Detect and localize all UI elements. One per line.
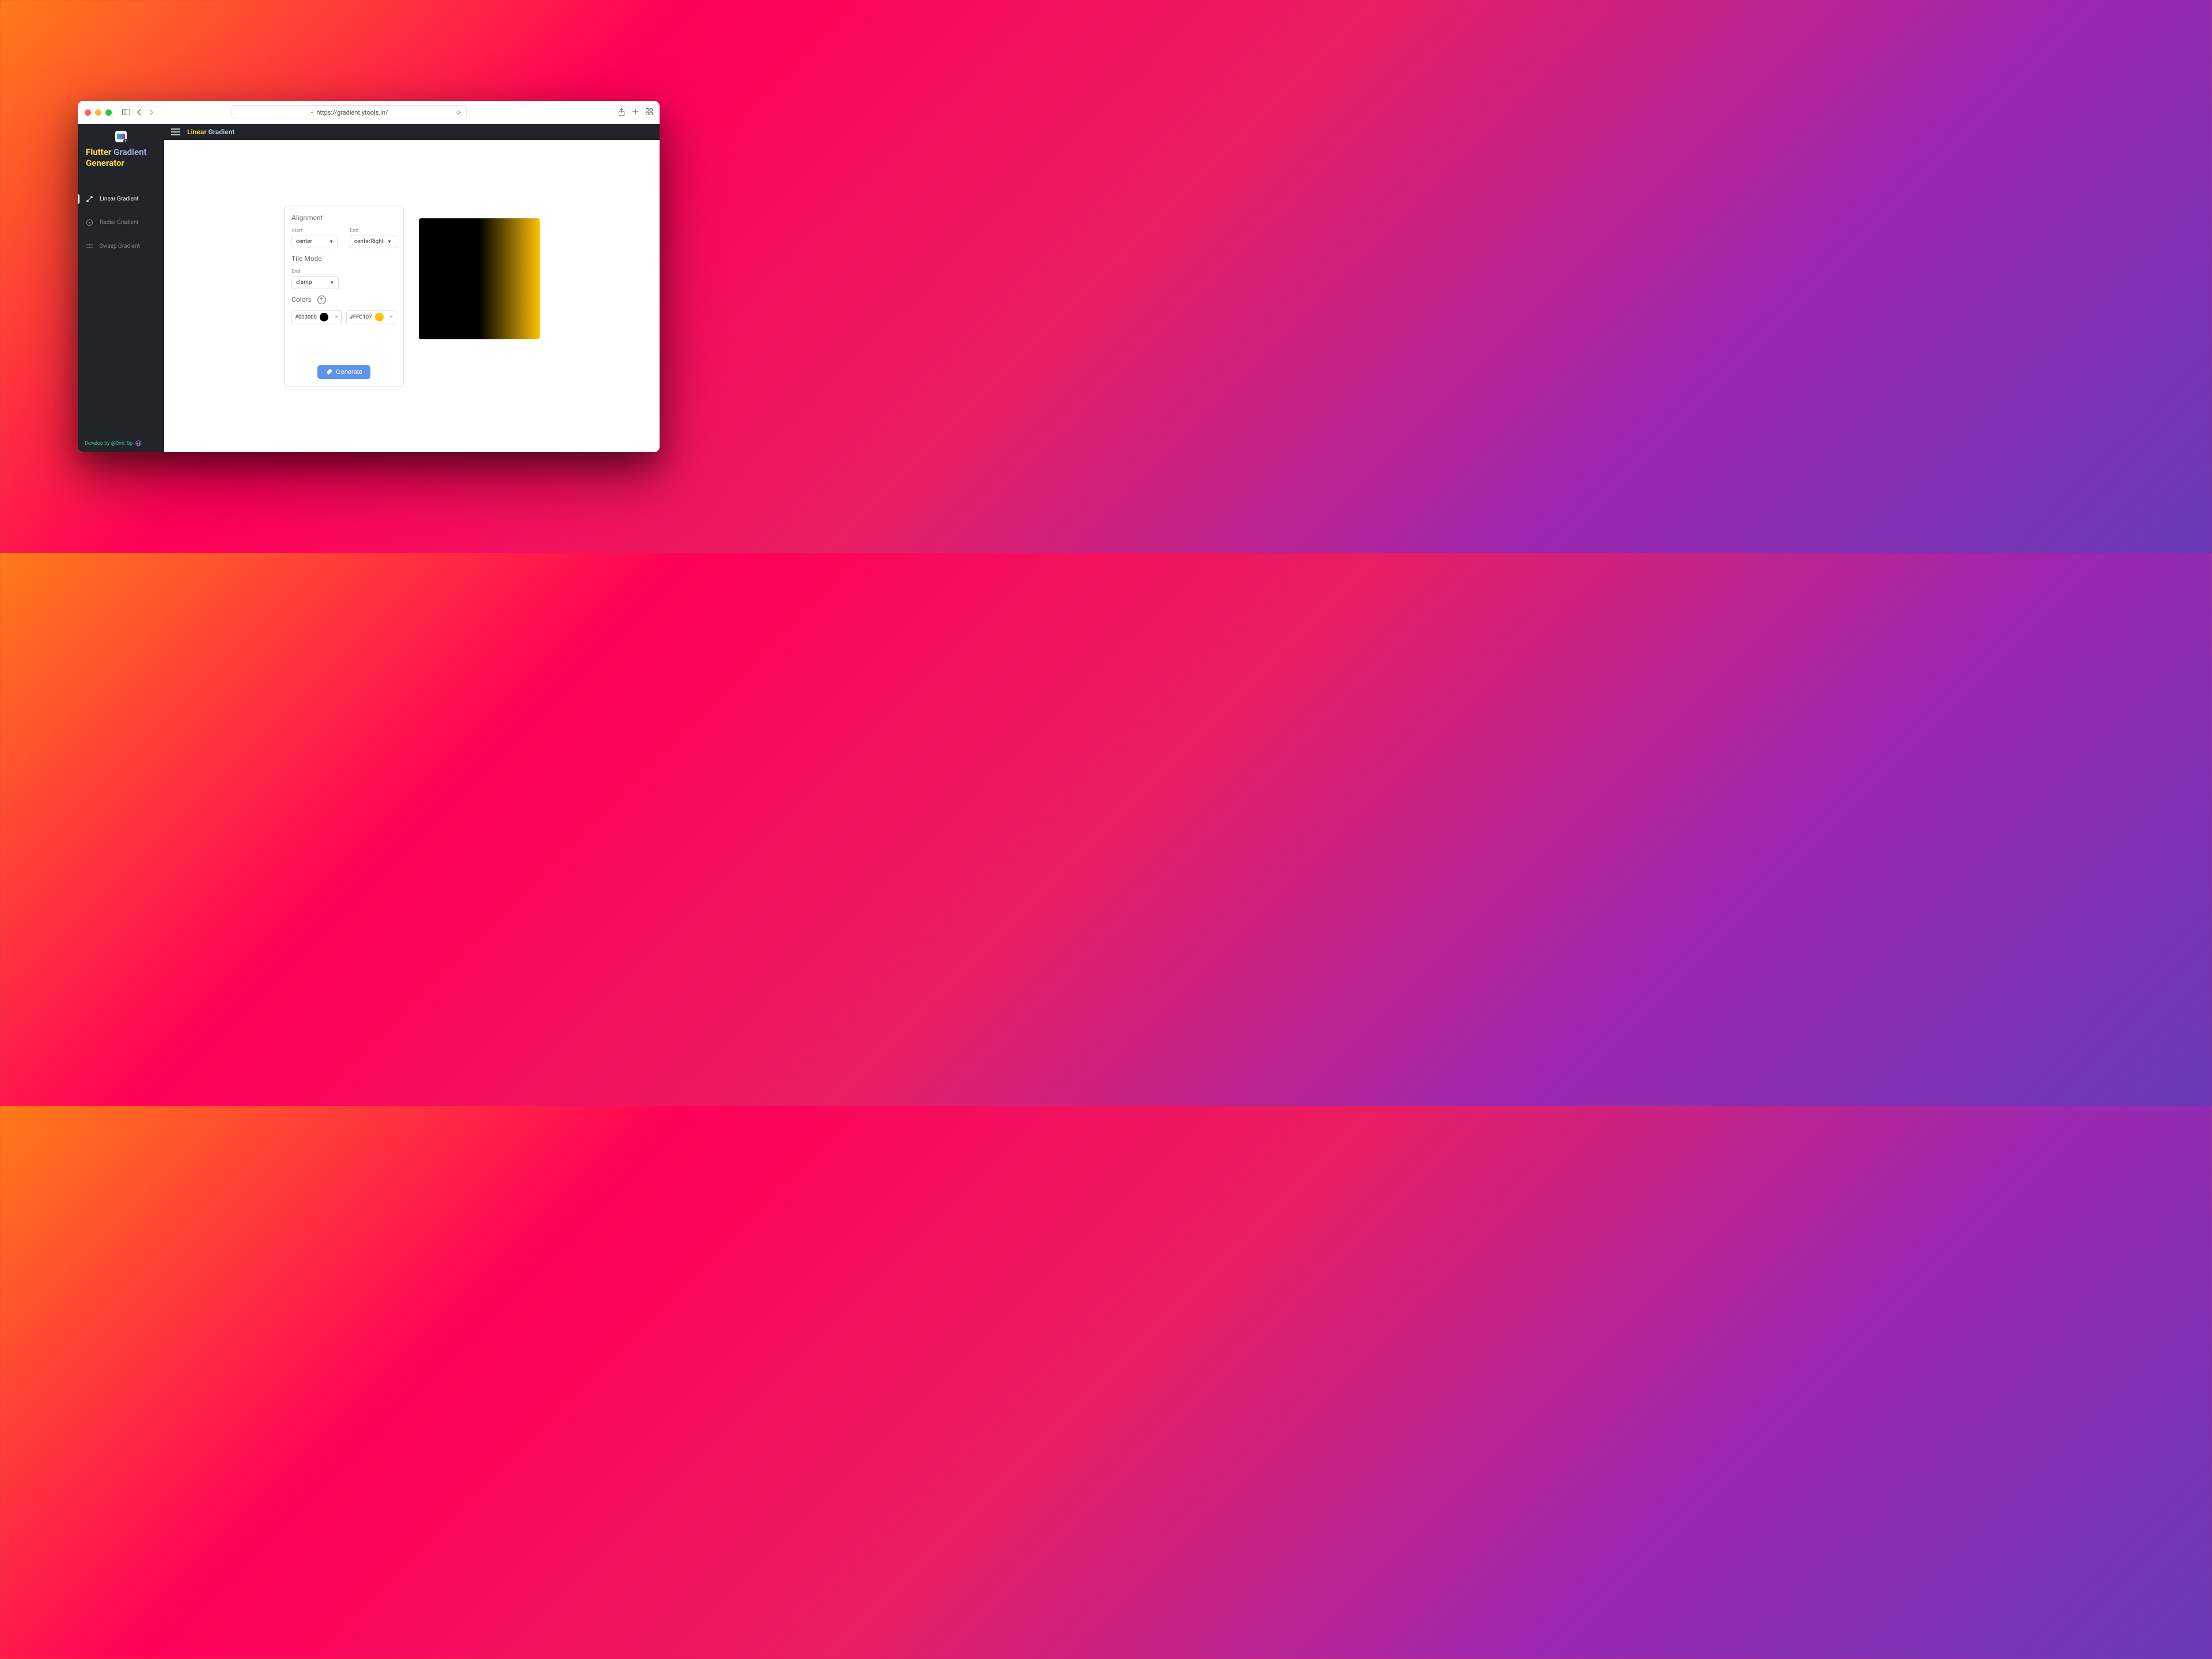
sidebar: + Flutter Gradient Generator Linear Grad… [78, 124, 164, 452]
topbar-title-word-1: Linear [187, 128, 207, 136]
generate-button[interactable]: Generate [317, 365, 370, 379]
chrome-nav [122, 109, 153, 116]
chevron-down-icon: ▼ [387, 239, 392, 244]
url-text: https://gradient.ytools.in/ [316, 109, 388, 116]
sidebar-item-label: Sweep Gradient [100, 243, 140, 249]
sidebar-footer: Develop by @0mi_0p [78, 434, 164, 452]
chevron-down-icon: ▼ [329, 280, 334, 285]
linear-gradient-icon [86, 195, 93, 203]
wrench-icon [325, 369, 332, 376]
app-title-word-1: Flutter [86, 147, 111, 157]
app-content: + Flutter Gradient Generator Linear Grad… [78, 124, 660, 452]
browser-chrome: •• https://gradient.ytools.in/ ⟳ [78, 101, 660, 124]
back-icon[interactable] [137, 109, 142, 116]
sidebar-item-label: Linear Gradient [100, 196, 139, 202]
topbar-title: Linear Gradient [187, 128, 234, 136]
alignment-start-label: Start [291, 228, 338, 234]
url-bar[interactable]: •• https://gradient.ytools.in/ ⟳ [232, 105, 467, 119]
colors-label: Colors [291, 296, 312, 304]
main-area: Linear Gradient Alignment Start center ▼ [164, 124, 660, 452]
alignment-end-value: centerRight [354, 238, 384, 245]
topbar-title-word-2: Gradient [209, 128, 235, 136]
forward-icon[interactable] [149, 109, 153, 116]
tabs-grid-icon[interactable] [646, 108, 653, 116]
alignment-end-select[interactable]: centerRight ▼ [350, 236, 396, 248]
browser-window: •• https://gradient.ytools.in/ ⟳ + [78, 101, 660, 452]
traffic-lights [85, 109, 112, 116]
remove-color-button[interactable]: × [335, 314, 338, 320]
reload-icon[interactable]: ⟳ [456, 109, 461, 116]
controls-card: Alignment Start center ▼ End [284, 206, 404, 387]
topbar: Linear Gradient [164, 124, 660, 140]
app-title-word-3: Generator [86, 158, 124, 168]
alignment-start-value: center [296, 238, 312, 245]
sidebar-item-sweep-gradient[interactable]: Sweep Gradient [78, 238, 164, 255]
sidebar-item-label: Radial Gradient [100, 219, 139, 226]
app-title-word-2: Gradient [113, 147, 147, 157]
color-hex: #000000 [295, 314, 317, 320]
radial-gradient-icon [86, 219, 93, 226]
sidebar-header: + Flutter Gradient Generator [78, 124, 164, 178]
color-swatch[interactable] [320, 313, 328, 321]
remove-color-button[interactable]: × [390, 314, 393, 320]
sidebar-item-linear-gradient[interactable]: Linear Gradient [78, 191, 164, 207]
alignment-start-select[interactable]: center ▼ [291, 236, 338, 248]
maximize-window-button[interactable] [105, 109, 112, 116]
canvas: Alignment Start center ▼ End [164, 140, 660, 452]
gradient-preview [419, 218, 540, 339]
app-logo-icon: + [115, 131, 127, 142]
color-swatch[interactable] [375, 313, 384, 321]
globe-icon[interactable] [135, 440, 142, 446]
new-tab-icon[interactable] [632, 108, 639, 116]
app-title: Flutter Gradient Generator [86, 147, 156, 169]
color-chip-0[interactable]: #000000 × [291, 310, 342, 324]
sweep-gradient-icon [86, 243, 93, 250]
reader-icon: •• [310, 110, 313, 115]
tilemode-select[interactable]: clamp ▼ [291, 276, 339, 289]
share-icon[interactable] [618, 108, 625, 116]
tilemode-value: clamp [296, 279, 312, 286]
menu-icon[interactable] [171, 128, 180, 135]
alignment-end-label: End [350, 228, 396, 234]
add-color-button[interactable]: + [317, 296, 326, 304]
color-chip-1[interactable]: #FFC107 × [346, 310, 396, 324]
sidebar-item-radial-gradient[interactable]: Radial Gradient [78, 214, 164, 231]
chevron-down-icon: ▼ [329, 239, 334, 244]
tilemode-field-label: End [291, 269, 339, 275]
sidebar-toggle-icon[interactable] [122, 109, 130, 116]
generate-button-label: Generate [336, 369, 362, 376]
color-hex: #FFC107 [350, 314, 372, 320]
alignment-label: Alignment [291, 214, 396, 222]
footer-text[interactable]: Develop by @0mi_0p [85, 441, 132, 446]
nav-items: Linear Gradient Radial Gradient Sweep Gr… [78, 191, 164, 435]
minimize-window-button[interactable] [95, 109, 101, 116]
tilemode-label: Tile Mode [291, 255, 396, 263]
close-window-button[interactable] [85, 109, 91, 116]
